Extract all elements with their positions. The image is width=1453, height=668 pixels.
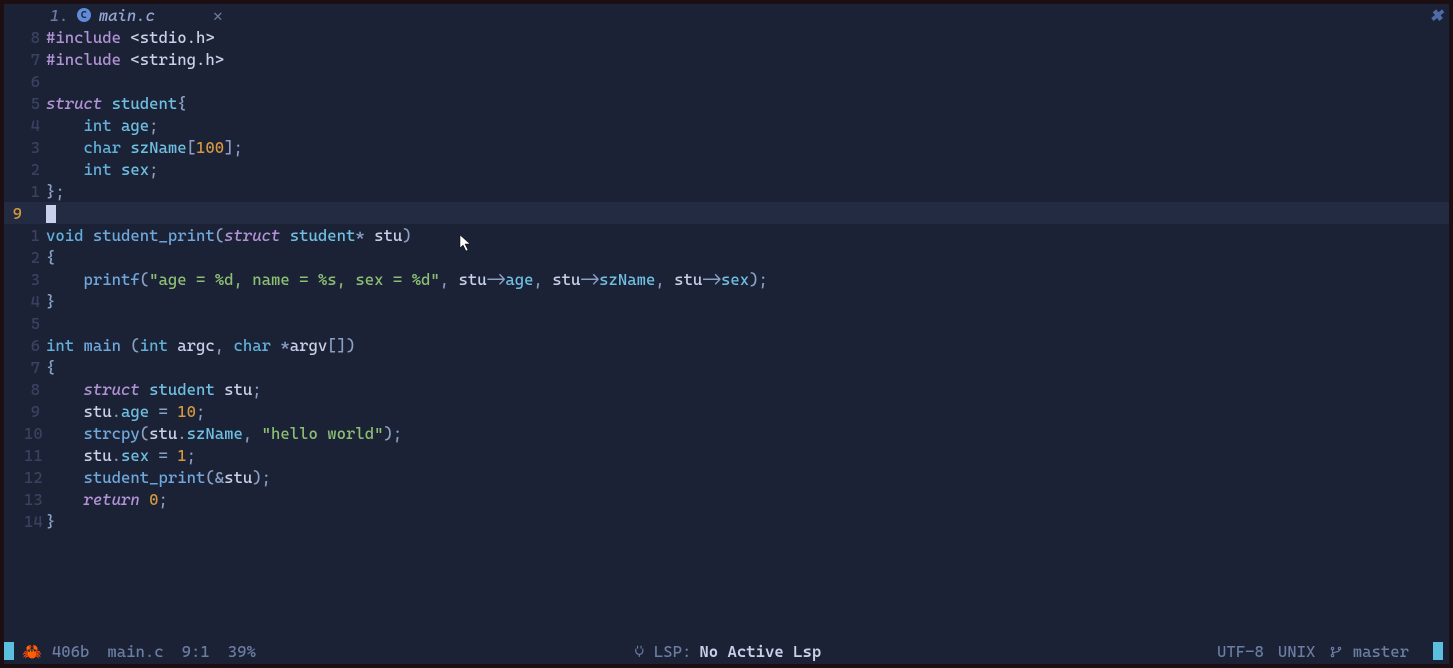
gutter-relative: 5 (24, 94, 46, 113)
code-line[interactable]: 9 (4, 202, 1449, 224)
lsp-message: No Active Lsp (699, 642, 821, 661)
gutter-relative: 6 (24, 72, 46, 91)
code-content (46, 203, 56, 223)
file-size: 406b (52, 642, 90, 661)
code-content: int main (int argc, char *argv[]) (46, 336, 355, 355)
code-line[interactable]: 8 struct student stu; (4, 378, 1449, 400)
code-content: struct student stu; (46, 380, 262, 399)
code-line[interactable]: 8#include <stdio.h> (4, 26, 1449, 48)
gutter-relative: 2 (24, 160, 46, 179)
gutter-relative: 11 (24, 446, 46, 465)
file-name: main.c (107, 642, 163, 661)
lsp-status: LSP: No Active Lsp (632, 642, 821, 661)
code-line[interactable]: 13 return 0; (4, 488, 1449, 510)
code-content: { (46, 248, 55, 267)
code-content: int age; (46, 116, 159, 135)
code-content: #include <string.h> (46, 50, 224, 69)
code-line[interactable]: 4} (4, 290, 1449, 312)
gutter-relative: 1 (24, 226, 46, 245)
gutter-relative: 6 (24, 336, 46, 355)
code-line[interactable]: 5 (4, 312, 1449, 334)
code-editor[interactable]: 8#include <stdio.h>7#include <string.h>6… (4, 26, 1449, 640)
code-line[interactable]: 3 char szName[100]; (4, 136, 1449, 158)
code-line[interactable]: 9 stu.age = 10; (4, 400, 1449, 422)
mode-indicator (4, 642, 14, 660)
code-line[interactable]: 2 int sex; (4, 158, 1449, 180)
code-line[interactable]: 11 stu.sex = 1; (4, 444, 1449, 466)
branch-icon (1329, 645, 1343, 659)
gutter-relative: 10 (24, 424, 46, 443)
code-content: printf("age = %d, name = %s, sex = %d", … (46, 270, 768, 289)
lsp-label: LSP: (654, 642, 692, 661)
gutter-relative: 3 (24, 270, 46, 289)
gutter-relative: 2 (24, 248, 46, 267)
code-line[interactable]: 12 student_print(&stu); (4, 466, 1449, 488)
gutter-relative: 13 (24, 490, 46, 509)
gutter-relative: 7 (24, 358, 46, 377)
code-content: student_print(&stu); (46, 468, 271, 487)
gutter-relative: 4 (24, 292, 46, 311)
code-line[interactable]: 14} (4, 510, 1449, 532)
line-ending: UNIX (1278, 642, 1316, 661)
code-content: stu.age = 10; (46, 402, 205, 421)
code-line[interactable]: 7#include <string.h> (4, 48, 1449, 70)
gutter-relative: 9 (24, 402, 46, 421)
code-line[interactable]: 6int main (int argc, char *argv[]) (4, 334, 1449, 356)
code-line[interactable]: 7{ (4, 356, 1449, 378)
status-line: 🦀 406b main.c 9:1 39% LSP: No Active Lsp… (4, 640, 1449, 664)
crab-icon: 🦀 (22, 642, 42, 661)
cursor (46, 205, 56, 223)
code-content: { (46, 358, 55, 377)
gutter-relative: 7 (24, 50, 46, 69)
code-content: char szName[100]; (46, 138, 243, 157)
git-branch: master (1329, 642, 1409, 661)
code-line[interactable]: 4 int age; (4, 114, 1449, 136)
code-line[interactable]: 10 strcpy(stu.szName, "hello world"); (4, 422, 1449, 444)
gutter-relative: 12 (24, 468, 46, 487)
tab-close-icon[interactable]: ✕ (213, 6, 223, 25)
gutter-relative: 5 (24, 314, 46, 333)
code-line[interactable]: 2{ (4, 246, 1449, 268)
gutter-relative: 14 (24, 512, 46, 531)
tab-index: 1. (50, 6, 69, 25)
code-content: #include <stdio.h> (46, 28, 215, 47)
gutter-relative: 3 (24, 138, 46, 157)
tab-bar: 1. C main.c ✕ ✖ (4, 4, 1449, 26)
tab-main-c[interactable]: 1. C main.c ✕ (46, 6, 227, 25)
cursor-position: 9:1 (182, 642, 210, 661)
code-line[interactable]: 1}; (4, 180, 1449, 202)
gutter-absolute: 9 (4, 204, 24, 223)
code-content: struct student{ (46, 94, 187, 113)
code-content: stu.sex = 1; (46, 446, 196, 465)
gutter-relative: 1 (24, 182, 46, 201)
code-line[interactable]: 1void student_print(struct student* stu) (4, 224, 1449, 246)
plug-icon (632, 644, 646, 658)
status-end-block (1433, 642, 1443, 660)
tab-filename: main.c (99, 6, 155, 25)
code-line[interactable]: 5struct student{ (4, 92, 1449, 114)
code-content: int sex; (46, 160, 159, 179)
gutter-relative: 4 (24, 116, 46, 135)
encoding: UTF-8 (1217, 642, 1264, 661)
code-content: } (46, 292, 55, 311)
code-content: strcpy(stu.szName, "hello world"); (46, 424, 402, 443)
gutter-relative: 8 (24, 28, 46, 47)
c-file-icon: C (77, 8, 91, 22)
close-all-icon[interactable]: ✖ (1430, 6, 1443, 25)
code-content: void student_print(struct student* stu) (46, 226, 412, 245)
gutter-relative: 8 (24, 380, 46, 399)
code-content: }; (46, 182, 65, 201)
scroll-percent: 39% (228, 642, 256, 661)
code-line[interactable]: 6 (4, 70, 1449, 92)
code-line[interactable]: 3 printf("age = %d, name = %s, sex = %d"… (4, 268, 1449, 290)
code-content: } (46, 512, 55, 531)
code-content: return 0; (46, 490, 168, 509)
